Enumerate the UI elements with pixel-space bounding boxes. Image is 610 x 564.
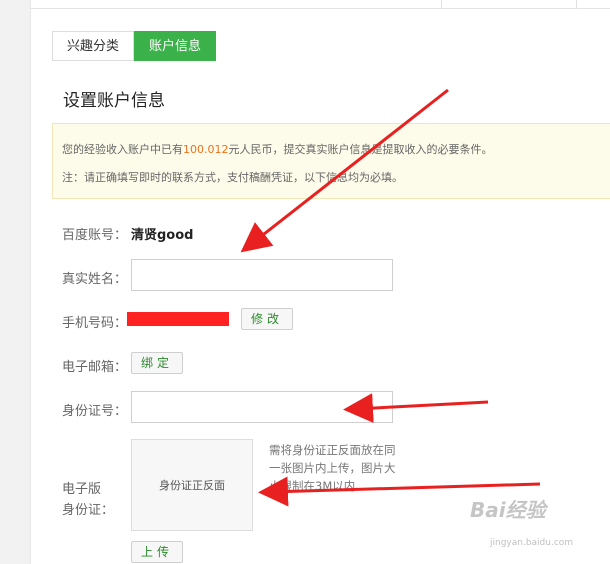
id-number-label: 身份证号： — [62, 404, 128, 419]
bind-email-button[interactable]: 绑定 — [131, 352, 183, 374]
phone-redaction — [127, 312, 229, 326]
tab-account-info[interactable]: 账户信息 — [134, 31, 217, 61]
notice-line-1: 您的经验收入账户中已有100.012元人民币，提交真实账户信息是提取收入的必要条… — [62, 141, 493, 157]
tab-interest-category[interactable]: 兴趣分类 — [52, 31, 135, 61]
modify-phone-button[interactable]: 修改 — [241, 308, 293, 330]
real-name-label: 真实姓名： — [62, 272, 128, 287]
notice-text: 您的经验收入账户中已有 — [62, 143, 183, 156]
tab-bar: 兴趣分类 账户信息 — [52, 31, 217, 61]
id-image-upload-area[interactable]: 身份证正反面 — [131, 439, 253, 531]
tab-divider — [576, 0, 577, 9]
upload-button[interactable]: 上传 — [131, 541, 183, 563]
baidu-jingyan-watermark: Bai经验 — [470, 498, 546, 522]
notice-text: 元人民币，提交真实账户信息是提取收入的必要条件。 — [228, 143, 493, 156]
phone-label: 手机号码： — [62, 316, 128, 331]
real-name-input[interactable] — [131, 259, 393, 291]
upload-hint: 需将身份证正反面放在同一张图片内上传，图片大小限制在3M以内 — [269, 443, 396, 493]
baidu-account-label: 百度账号： — [62, 228, 128, 243]
watermark-url: jingyan.baidu.com — [490, 538, 574, 548]
id-image-label: 电子版 — [62, 482, 102, 497]
notice-box: 您的经验收入账户中已有100.012元人民币，提交真实账户信息是提取收入的必要条… — [52, 123, 610, 199]
email-label: 电子邮箱： — [62, 360, 128, 375]
income-amount: 100.012 — [183, 143, 229, 156]
id-image-label: 身份证： — [62, 503, 115, 518]
tab-divider — [441, 0, 442, 9]
id-number-input[interactable] — [131, 391, 393, 423]
page-title: 设置账户信息 — [63, 91, 165, 111]
baidu-account-value: 清贤good — [131, 228, 194, 243]
top-tab-strip — [31, 0, 610, 9]
notice-line-2: 注：请正确填写即时的联系方式，支付稿酬凭证，以下信息均为必填。 — [62, 171, 403, 184]
content-panel: 兴趣分类 账户信息 设置账户信息 您的经验收入账户中已有100.012元人民币，… — [30, 0, 610, 564]
